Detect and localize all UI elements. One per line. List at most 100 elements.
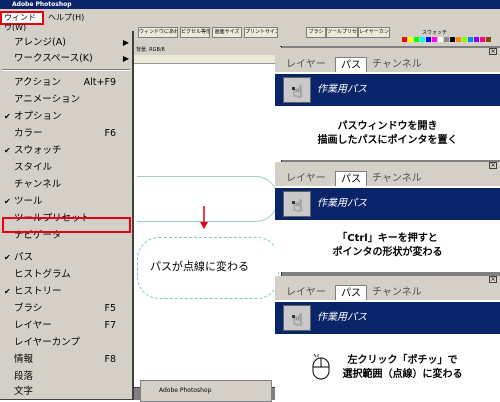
close-icon[interactable]: ×: [489, 276, 497, 283]
close-icon[interactable]: ×: [489, 162, 497, 169]
menu-item-label: ワークスペース(K): [14, 53, 93, 64]
swatch-green[interactable]: [414, 37, 419, 42]
tab-layer-comps[interactable]: レイヤーカンプ: [358, 27, 390, 38]
panel-header: ×: [275, 276, 500, 284]
menu-item-tools[interactable]: ✔ ツール: [0, 194, 132, 210]
menu-item-label: ヒストグラム: [14, 269, 71, 280]
menu-item-animation[interactable]: アニメーション: [0, 92, 132, 108]
window-dropdown-menu: アレンジ(A) ▶ ワークスペース(K) ▶ アクション Alt+F9 アニメーション…: [0, 31, 134, 400]
menu-item-label: スタイル: [14, 162, 53, 173]
taskbar-item[interactable]: Adobe Photoshop: [140, 380, 272, 402]
tab-brush[interactable]: ブラシ: [306, 27, 326, 38]
swatch-yellow[interactable]: [408, 37, 413, 42]
menu-item-arrange[interactable]: アレンジ(A) ▶: [0, 35, 132, 51]
menu-item-brushes[interactable]: ブラシ F5: [0, 301, 132, 317]
swatch-azure[interactable]: [468, 37, 473, 42]
down-arrow-icon: [200, 206, 208, 229]
menu-help[interactable]: ヘルプ(H): [48, 11, 88, 25]
swatch-blue[interactable]: [426, 37, 431, 42]
swatch-magenta[interactable]: [432, 37, 437, 42]
fit-screen-button[interactable]: 画面サイズ: [212, 27, 242, 38]
menu-item-paths[interactable]: ✔ パス: [0, 250, 132, 266]
swatch-lime[interactable]: [462, 37, 467, 42]
menu-item-color[interactable]: カラー F6: [0, 126, 132, 142]
path-row[interactable]: 作業用パス ☝: [275, 74, 500, 106]
menu-item-label: アニメーション: [14, 94, 81, 105]
swatch-gray[interactable]: [444, 37, 449, 42]
swatch-pink[interactable]: [480, 37, 485, 42]
close-icon[interactable]: ×: [489, 48, 497, 55]
path-row[interactable]: 作業用パス ☝: [275, 302, 500, 334]
swatch-cyan[interactable]: [420, 37, 425, 42]
paths-panel-1: × レイヤー パス チャンネル 作業用パス ☝: [275, 48, 500, 108]
menu-item-label: 情報: [14, 354, 34, 365]
panel-header: ×: [275, 162, 500, 170]
menu-separator: [2, 69, 130, 71]
panel-tabs: レイヤー パス チャンネル: [275, 284, 500, 301]
menu-item-options[interactable]: ✔ オプション: [0, 109, 132, 125]
check-icon: ✔: [4, 197, 11, 206]
fit-window-button[interactable]: ウィンドウにあわせる: [138, 27, 178, 38]
menu-item-info[interactable]: 情報 F8: [0, 352, 132, 368]
menu-item-shortcut: F6: [104, 128, 116, 139]
tab-paths[interactable]: パス: [335, 57, 367, 73]
check-icon: ✔: [4, 253, 11, 262]
document-title-bar[interactable]: 背景, RGB/8: [120, 46, 280, 55]
menu-item-shortcut: F7: [104, 320, 116, 331]
menu-item-styles[interactable]: スタイル: [0, 160, 132, 176]
menu-item-swatches[interactable]: ✔ スウォッチ: [0, 143, 132, 159]
menu-item-label: アレンジ(A): [14, 37, 66, 48]
tab-paths[interactable]: パス: [335, 285, 367, 301]
swatch-white[interactable]: [438, 37, 443, 42]
instruction-2: 「Ctrl」キーを押すと ポインタの形状が変わる: [275, 222, 500, 272]
menu-item-layer-comps[interactable]: レイヤーカンプ: [0, 335, 132, 351]
swatch-red[interactable]: [402, 37, 407, 42]
ruler: [120, 55, 280, 64]
swatch-panel-label: スウォッチ: [422, 30, 448, 36]
menu-item-shortcut: F8: [104, 354, 116, 365]
swatch-black[interactable]: [450, 37, 455, 42]
paths-highlight-box: [2, 217, 131, 233]
tab-layers[interactable]: レイヤー: [281, 171, 331, 186]
menu-item-workspace[interactable]: ワークスペース(K) ▶: [0, 51, 132, 67]
menu-item-channels[interactable]: チャンネル: [0, 177, 132, 193]
menu-item-paragraph[interactable]: 段落: [0, 369, 132, 385]
app-title: Adobe Photoshop: [12, 1, 72, 8]
panel-header: ×: [275, 48, 500, 56]
menu-item-histogram[interactable]: ヒストグラム: [0, 267, 132, 283]
print-size-button[interactable]: プリントサイズ: [244, 27, 278, 38]
swatch-brown[interactable]: [486, 37, 491, 42]
taskbar-label: Adobe Photoshop: [159, 387, 212, 394]
instruction-3: 左クリック「ポチッ」で 選択範囲（点線）に変わる: [275, 336, 500, 400]
swatch-orange[interactable]: [456, 37, 461, 42]
panel-tabs: レイヤー パス チャンネル: [275, 56, 500, 73]
menu-item-layers[interactable]: レイヤー F7: [0, 318, 132, 334]
menu-item-actions[interactable]: アクション Alt+F9: [0, 75, 132, 91]
tab-layers[interactable]: レイヤー: [281, 57, 331, 72]
menu-item-character[interactable]: 文字: [0, 386, 132, 398]
swatch-purple[interactable]: [474, 37, 479, 42]
instruction-line: 左クリック「ポチッ」で: [347, 355, 458, 366]
menu-item-label: チャンネル: [14, 179, 62, 190]
menu-item-label: パス: [14, 252, 34, 263]
menu-item-shortcut: F5: [104, 303, 116, 314]
tab-channels[interactable]: チャンネル: [367, 285, 427, 300]
menu-item-label: ヒストリー: [14, 286, 62, 297]
tab-paths[interactable]: パス: [335, 171, 367, 187]
tab-layers[interactable]: レイヤー: [281, 285, 331, 300]
tab-channels[interactable]: チャンネル: [367, 171, 427, 186]
menu-item-label: 段落: [14, 371, 34, 382]
path-row[interactable]: 作業用パス ☝: [275, 188, 500, 220]
menu-item-label: スウォッチ: [14, 145, 62, 156]
tab-tool-presets[interactable]: ツールプリセット: [326, 27, 358, 38]
path-name: 作業用パス: [317, 312, 367, 323]
tab-channels[interactable]: チャンネル: [367, 57, 427, 72]
swatch-panel: スウォッチ: [398, 28, 500, 48]
instruction-line: 「Ctrl」キーを押すと: [337, 233, 438, 244]
menu-item-label: レイヤー: [14, 320, 52, 331]
submenu-arrow-icon: ▶: [122, 54, 129, 63]
check-icon: ✔: [4, 112, 11, 121]
menu-window[interactable]: ウィンドウ(W): [0, 11, 44, 32]
menu-item-history[interactable]: ✔ ヒストリー: [0, 284, 132, 300]
actual-pixels-button[interactable]: ピクセル等倍: [180, 27, 210, 38]
